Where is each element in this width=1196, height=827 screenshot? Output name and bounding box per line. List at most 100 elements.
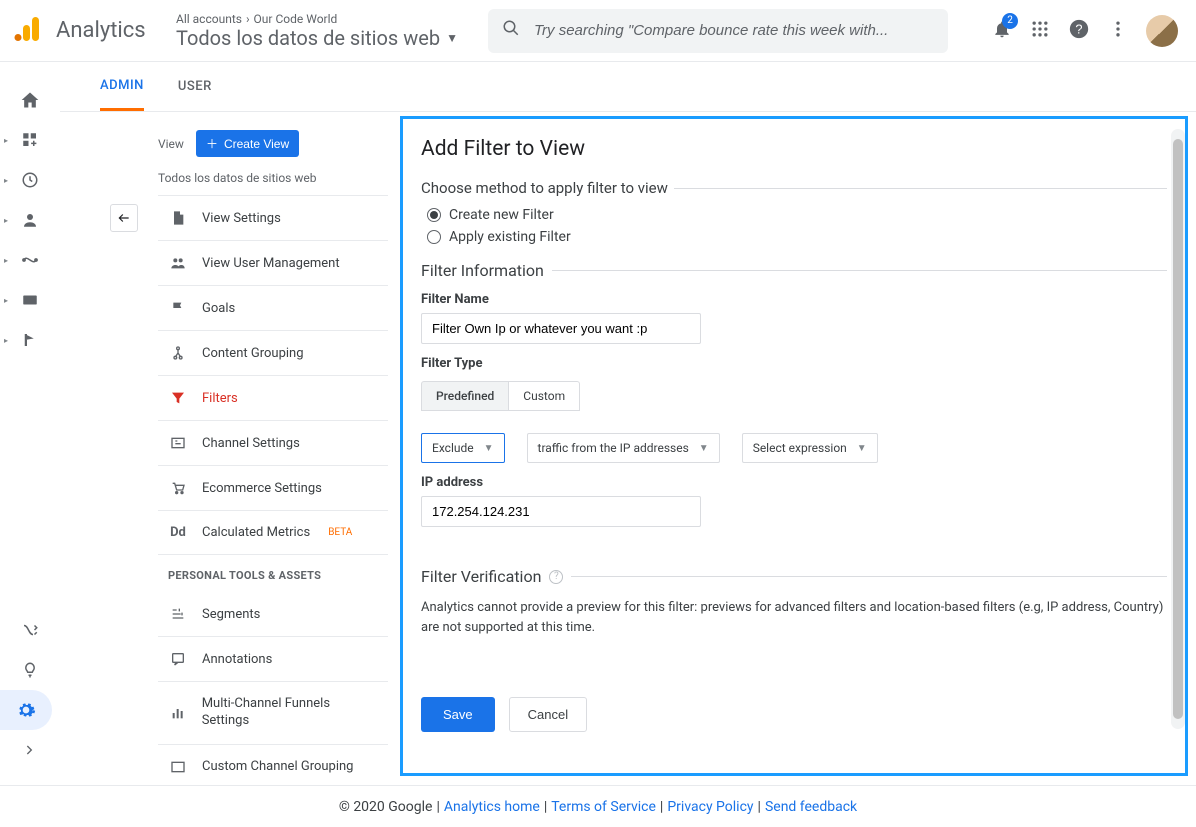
breadcrumb[interactable]: All accounts › Our Code World <box>176 12 458 26</box>
avatar[interactable] <box>1146 15 1178 47</box>
segments-icon <box>168 606 188 622</box>
method-legend: Choose method to apply filter to view <box>421 179 668 197</box>
rail-acquisition[interactable]: ▸ <box>0 240 60 280</box>
divider <box>571 576 1167 577</box>
breadcrumb-account[interactable]: Our Code World <box>254 12 338 26</box>
dropdown-traffic[interactable]: traffic from the IP addresses ▼ <box>527 433 720 463</box>
search-icon <box>502 19 520 42</box>
nav-view-settings[interactable]: View Settings <box>158 196 388 241</box>
rail-conversions[interactable]: ▸ <box>0 320 60 360</box>
rail-behavior[interactable]: ▸ <box>0 280 60 320</box>
nav-label: Content Grouping <box>202 346 304 361</box>
footer-home[interactable]: Analytics home <box>444 799 540 815</box>
bars-icon <box>168 705 188 721</box>
tab-admin[interactable]: ADMIN <box>100 62 144 111</box>
view-title-text: Todos los datos de sitios web <box>176 26 440 50</box>
nav-label: Segments <box>202 607 260 622</box>
filter-icon <box>168 390 188 406</box>
nav-channel-settings[interactable]: Channel Settings <box>158 421 388 466</box>
search-input[interactable] <box>534 22 934 39</box>
chevron-right-icon: › <box>246 12 250 26</box>
file-icon <box>168 210 188 226</box>
save-button[interactable]: Save <box>421 697 495 732</box>
nav-label: View Settings <box>202 211 281 226</box>
verification-heading: Filter Verification <box>421 567 541 586</box>
footer-tos[interactable]: Terms of Service <box>551 799 656 815</box>
radio-on-icon <box>427 208 441 222</box>
help-icon[interactable]: ? <box>1068 18 1090 44</box>
annotation-icon <box>168 651 188 667</box>
dropdown-label: Select expression <box>753 441 847 455</box>
dropdown-expression[interactable]: Select expression ▼ <box>742 433 878 463</box>
create-view-button[interactable]: ＋ Create View <box>196 130 299 157</box>
radio-label: Create new Filter <box>449 207 554 223</box>
nav-filters[interactable]: Filters <box>158 376 388 421</box>
radio-off-icon <box>427 230 441 244</box>
apps-icon[interactable] <box>1030 19 1050 43</box>
beta-badge: BETA <box>328 527 352 538</box>
type-custom[interactable]: Custom <box>509 381 580 410</box>
radio-apply-existing[interactable]: Apply existing Filter <box>427 229 1167 245</box>
footer-feedback[interactable]: Send feedback <box>765 799 857 815</box>
help-circle-icon[interactable]: ? <box>549 570 563 584</box>
nav-label: Channel Settings <box>202 436 300 451</box>
svg-text:?: ? <box>1075 21 1082 36</box>
rail-discover[interactable] <box>0 650 60 690</box>
filter-name-input[interactable] <box>421 313 701 344</box>
filter-info-heading: Filter Information <box>421 261 544 280</box>
view-switcher[interactable]: Todos los datos de sitios web ▼ <box>176 26 458 50</box>
nav-multichannel[interactable]: Multi-Channel Funnels Settings <box>158 682 388 745</box>
scrollbar[interactable] <box>1171 129 1185 729</box>
nav-goals[interactable]: Goals <box>158 286 388 331</box>
ip-input[interactable] <box>421 496 701 527</box>
back-button[interactable] <box>110 204 138 232</box>
dropdown-exclude[interactable]: Exclude ▼ <box>421 433 505 463</box>
divider <box>674 188 1167 189</box>
breadcrumb-all[interactable]: All accounts <box>176 12 242 26</box>
group-icon <box>168 345 188 361</box>
analytics-logo-icon <box>12 13 44 49</box>
dd-icon: Dd <box>168 525 188 540</box>
rail-customization[interactable]: ▸ <box>0 120 60 160</box>
divider <box>552 270 1167 271</box>
nav-section-personal: PERSONAL TOOLS & ASSETS <box>158 555 388 592</box>
flag-icon <box>168 300 188 316</box>
more-vert-icon[interactable] <box>1108 19 1128 43</box>
nav-calculated-metrics[interactable]: Dd Calculated Metrics BETA <box>158 511 388 555</box>
rail-admin[interactable] <box>0 690 52 730</box>
ip-label: IP address <box>421 475 1167 490</box>
nav-custom-channel[interactable]: Custom Channel Grouping <box>158 745 388 784</box>
nav-user-management[interactable]: View User Management <box>158 241 388 286</box>
rail-attribution[interactable] <box>0 610 60 650</box>
footer-privacy[interactable]: Privacy Policy <box>667 799 753 815</box>
create-view-label: Create View <box>224 137 289 151</box>
nav-ecommerce[interactable]: Ecommerce Settings <box>158 466 388 511</box>
rail-audience[interactable]: ▸ <box>0 200 60 240</box>
nav-annotations[interactable]: Annotations <box>158 637 388 682</box>
nav-label: Goals <box>202 301 235 316</box>
radio-create-new[interactable]: Create new Filter <box>427 207 1167 223</box>
users-icon <box>168 255 188 271</box>
caret-down-icon: ▼ <box>857 443 867 454</box>
tab-user[interactable]: USER <box>178 62 212 111</box>
cancel-button[interactable]: Cancel <box>509 697 587 732</box>
custom-icon <box>168 759 188 775</box>
search-box[interactable] <box>488 9 948 53</box>
nav-label: Multi-Channel Funnels Settings <box>202 696 378 730</box>
filter-name-label: Filter Name <box>421 292 1167 307</box>
caret-down-icon: ▼ <box>484 443 494 454</box>
type-predefined[interactable]: Predefined <box>421 381 509 410</box>
caret-down-icon: ▼ <box>699 443 709 454</box>
rail-home[interactable] <box>0 80 60 120</box>
nav-label: Custom Channel Grouping <box>202 759 354 774</box>
filter-type-label: Filter Type <box>421 356 1167 371</box>
nav-label: View User Management <box>202 256 340 271</box>
rail-collapse[interactable] <box>0 730 60 770</box>
plus-icon: ＋ <box>206 135 218 152</box>
nav-segments[interactable]: Segments <box>158 592 388 637</box>
nav-label: Calculated Metrics <box>202 525 310 540</box>
nav-content-grouping[interactable]: Content Grouping <box>158 331 388 376</box>
notifications-icon[interactable]: 2 <box>992 19 1012 43</box>
current-view-name: Todos los datos de sitios web <box>158 171 400 185</box>
rail-realtime[interactable]: ▸ <box>0 160 60 200</box>
